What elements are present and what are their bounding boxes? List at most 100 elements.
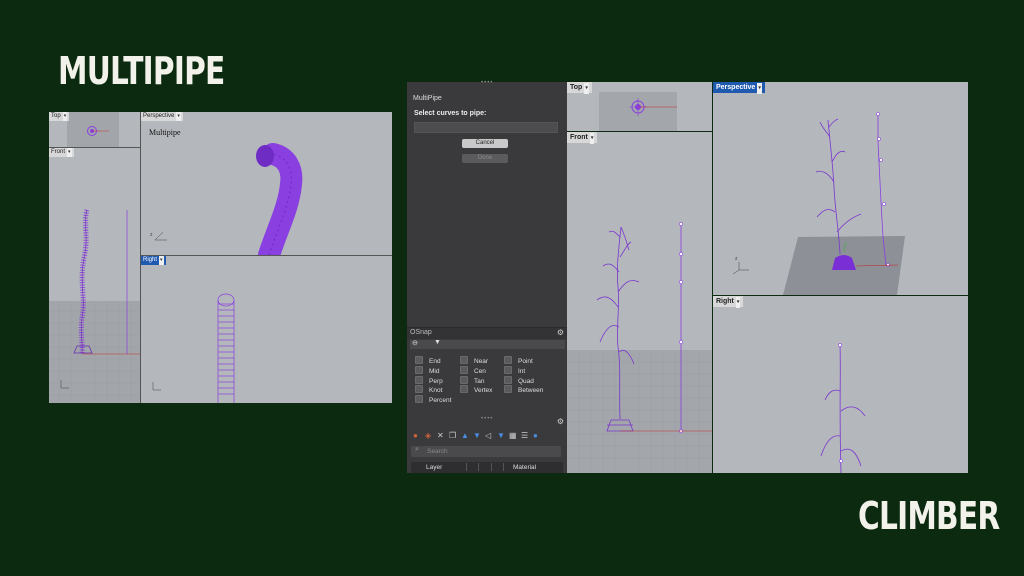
- osnap-point-checkbox[interactable]: Point: [504, 356, 533, 365]
- left-perspective-label[interactable]: Perspective ▾: [141, 112, 183, 121]
- delete-icon[interactable]: ✕: [437, 431, 444, 441]
- osnap-perp-checkbox[interactable]: Perp: [415, 375, 443, 385]
- back-icon[interactable]: ⊖: [412, 339, 418, 347]
- osnap-between-checkbox[interactable]: Between: [504, 385, 543, 394]
- chevron-down-icon[interactable]: ▾: [757, 83, 762, 94]
- move-up-icon[interactable]: ▲: [461, 431, 469, 441]
- cancel-button[interactable]: Cancel: [462, 139, 508, 148]
- right-viewport-perspective[interactable]: z Perspective ▾: [713, 82, 968, 295]
- osnap-header: OSnap ⚙: [407, 327, 567, 339]
- right-front-drawing: [567, 222, 712, 473]
- search-placeholder: Search: [427, 448, 448, 455]
- collapse-icon[interactable]: ◁: [485, 431, 491, 441]
- menu-icon[interactable]: ☰: [521, 431, 528, 441]
- layer-search[interactable]: ⌕ Search: [411, 446, 561, 457]
- osnap-quad-checkbox[interactable]: Quad: [504, 375, 534, 385]
- osnap-option-label: Cen: [474, 367, 486, 375]
- left-viewport-right[interactable]: Right ▾: [141, 256, 392, 403]
- left-screenshot: Top ▾ Front ▾ z Multipipe Perspective ▾ …: [49, 112, 392, 403]
- checkbox-box[interactable]: [460, 356, 468, 364]
- osnap-mid-checkbox[interactable]: Mid: [415, 365, 440, 375]
- osnap-vertex-checkbox[interactable]: Vertex: [460, 385, 492, 394]
- osnap-end-checkbox[interactable]: End: [415, 356, 441, 365]
- checkbox-box[interactable]: [460, 385, 468, 394]
- chevron-down-icon[interactable]: ▾: [735, 297, 741, 308]
- new-layer-icon[interactable]: ●: [413, 431, 418, 441]
- new-sublayer-icon[interactable]: ◈: [425, 431, 431, 441]
- checkbox-box[interactable]: [460, 375, 468, 384]
- command-input[interactable]: [414, 122, 558, 133]
- osnap-percent-checkbox[interactable]: Percent: [415, 395, 451, 404]
- osnap-option-label: Near: [474, 358, 489, 365]
- osnap-option-label: Int: [518, 367, 526, 375]
- copy-icon[interactable]: ❐: [449, 431, 456, 441]
- right-right-drawing: [820, 343, 866, 473]
- svg-text:z: z: [735, 256, 738, 262]
- gear-icon[interactable]: ⚙: [557, 328, 564, 337]
- chevron-down-icon[interactable]: ▾: [159, 256, 164, 265]
- checkbox-box[interactable]: [415, 395, 423, 404]
- left-viewport-front[interactable]: Front ▾: [49, 148, 140, 403]
- osnap-option-label: Vertex: [474, 387, 493, 395]
- checkbox-box[interactable]: [504, 375, 512, 384]
- left-front-drawing: [49, 209, 140, 403]
- osnap-int-checkbox[interactable]: Int: [504, 365, 526, 375]
- panel-grip[interactable]: ••••: [481, 80, 493, 86]
- search-icon: ⌕: [415, 446, 419, 453]
- osnap-option-label: Knot: [429, 387, 443, 395]
- left-right-label[interactable]: Right ▾: [141, 256, 166, 265]
- perspective-overlay-text: Multipipe: [149, 128, 181, 137]
- right-front-label[interactable]: Front ▾: [567, 132, 598, 144]
- checkbox-box[interactable]: [415, 385, 423, 394]
- osnap-option-label: Tan: [474, 377, 485, 385]
- command-panel: •••• MultiPipe Select curves to pipe: Ca…: [407, 80, 567, 473]
- checkbox-box[interactable]: [504, 365, 512, 374]
- right-viewport-top[interactable]: Top ▾: [567, 82, 712, 131]
- checkbox-box[interactable]: [504, 356, 512, 364]
- right-top-label[interactable]: Top ▾: [567, 82, 592, 94]
- layers-grip[interactable]: ••••: [481, 416, 493, 422]
- osnap-knot-checkbox[interactable]: Knot: [415, 385, 442, 394]
- grid-icon[interactable]: ▦: [509, 431, 517, 441]
- chevron-down-icon[interactable]: ▾: [62, 112, 68, 121]
- layer-column[interactable]: Layer: [426, 464, 442, 471]
- filter-icon[interactable]: ▼: [434, 339, 441, 346]
- right-right-label[interactable]: Right ▾: [713, 296, 744, 308]
- osnap-option-label: Mid: [429, 367, 440, 375]
- left-top-label[interactable]: Top ▾: [49, 112, 70, 121]
- left-front-label[interactable]: Front ▾: [49, 148, 74, 157]
- osnap-cen-checkbox[interactable]: Cen: [460, 365, 486, 375]
- chevron-down-icon[interactable]: ▾: [67, 148, 72, 157]
- chevron-down-icon[interactable]: ▾: [176, 112, 181, 121]
- svg-text:z: z: [150, 232, 153, 238]
- done-button[interactable]: Done: [462, 154, 508, 163]
- osnap-near-checkbox[interactable]: Near: [460, 356, 488, 365]
- left-viewport-perspective[interactable]: z Multipipe Perspective ▾: [141, 112, 392, 255]
- right-viewport-front[interactable]: Front ▾: [567, 132, 712, 473]
- command-prompt: Select curves to pipe:: [414, 110, 487, 117]
- checkbox-box[interactable]: [504, 385, 512, 394]
- checkbox-box[interactable]: [415, 375, 423, 384]
- osnap-toolbar: ⊖ ▼: [410, 339, 565, 349]
- checkbox-box[interactable]: [460, 365, 468, 374]
- osnap-option-label: Percent: [429, 397, 452, 405]
- chevron-down-icon[interactable]: ▾: [584, 83, 589, 94]
- gear-icon[interactable]: ⚙: [557, 417, 564, 426]
- right-viewport-right[interactable]: Right ▾: [713, 296, 968, 473]
- left-viewport-top[interactable]: Top ▾: [49, 112, 140, 147]
- move-down-icon[interactable]: ▼: [473, 431, 481, 441]
- checkbox-box[interactable]: [415, 356, 423, 364]
- layers-toolbar: ● ◈ ✕ ❐ ▲ ▼ ◁ ▼ ▦ ☰ ●: [413, 431, 563, 441]
- chevron-down-icon[interactable]: ▾: [589, 133, 595, 144]
- material-column[interactable]: Material: [513, 464, 536, 471]
- right-perspective-label[interactable]: Perspective ▾: [713, 82, 765, 94]
- help-icon[interactable]: ●: [533, 431, 538, 441]
- right-perspective-drawing: z: [732, 112, 905, 295]
- left-right-drawing: [152, 293, 235, 403]
- filter-icon[interactable]: ▼: [497, 431, 505, 441]
- slide: MULTIPIPE CLIMBER Top ▾ Front ▾ z Multip…: [0, 0, 1024, 576]
- osnap-option-label: Between: [518, 387, 544, 395]
- osnap-tan-checkbox[interactable]: Tan: [460, 375, 485, 385]
- osnap-option-label: End: [429, 358, 441, 365]
- checkbox-box[interactable]: [415, 365, 423, 374]
